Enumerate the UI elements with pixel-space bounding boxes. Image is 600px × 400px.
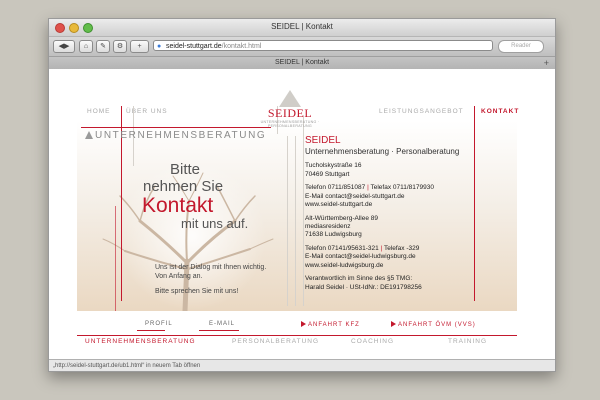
horizontal-rule (81, 127, 271, 128)
subnav-anfahrt-kfz[interactable]: ANFAHRT KFZ (301, 321, 360, 328)
globe-icon: ● (157, 43, 162, 50)
nav-kontakt[interactable]: KONTAKT (481, 108, 519, 115)
headline-line4: mit uns auf. (181, 216, 249, 231)
home-icon: ⌂ (83, 43, 89, 50)
contact-info: SEIDEL Unternehmensberatung · Personalbe… (305, 135, 459, 292)
logo[interactable]: SEIDEL UNTERNEHMENSBERATUNG · PERSONALBE… (240, 90, 340, 128)
web-ludwigsburg[interactable]: www.seidel-ludwigsburg.de (305, 262, 459, 270)
logo-triangle-icon (279, 90, 301, 107)
section-title: UNTERNEHMENSBERATUNG (95, 130, 267, 141)
subnav-email[interactable]: E-MAIL (209, 321, 235, 327)
legal-info: Verantwortlich im Sinne des §5 TMG: Hara… (305, 275, 422, 291)
company-tagline: Unternehmensberatung · Personalberatung (305, 147, 460, 156)
contact-ludwigsburg: Telefon 07141/95631-321 | Telefax -329 E… (305, 245, 459, 270)
nav-home[interactable]: HOME (87, 108, 111, 115)
bookmark-icon: ✎ (100, 43, 106, 50)
page: HOME ÜBER UNS LEISTUNGSANGEBOT KONTAKT S… (77, 90, 519, 354)
company-name: SEIDEL (305, 135, 341, 146)
dialog-text: Uns ist der Dialog mit Ihnen wichtig. Vo… (155, 264, 267, 295)
new-tab-icon[interactable]: + (544, 57, 549, 69)
vertical-rule (295, 136, 296, 306)
bottomnav-training[interactable]: TRAINING (448, 338, 487, 345)
address-ludwigsburg: Alt-Württemberg-Allee 89 mediasresidenz … (305, 214, 378, 239)
vertical-rule (474, 106, 475, 301)
nav-leistungsangebot[interactable]: LEISTUNGSANGEBOT (379, 108, 464, 115)
headline-line1: Bitte (170, 161, 201, 178)
phone-stuttgart: Telefon 0711/851087 (305, 184, 366, 192)
window-title: SEIDEL | Kontakt (271, 22, 333, 31)
plus-icon: + (137, 43, 142, 50)
url-field[interactable]: ● seidel-stuttgart.de/kontakt.html (153, 40, 493, 51)
vertical-rule (303, 116, 304, 306)
tab-current[interactable]: SEIDEL | Kontakt (275, 59, 329, 66)
home-button[interactable]: ⌂ (79, 40, 93, 53)
settings-button[interactable]: ⚙ (113, 40, 127, 53)
back-forward-button[interactable]: ◀▶ (53, 40, 75, 53)
bookmarks-button[interactable]: ✎ (96, 40, 110, 53)
phone-ludwigsburg: Telefon 07141/95631-321 (305, 244, 379, 252)
browser-window: SEIDEL | Kontakt ◀▶ ⌂ ✎ ⚙ + ● seidel-stu… (48, 18, 556, 372)
subnav-profil[interactable]: PROFIL (145, 321, 173, 327)
bottomnav-personalberatung[interactable]: PERSONALBERATUNG (232, 338, 319, 345)
url-domain: seidel-stuttgart.de (166, 43, 222, 50)
horizontal-rule (199, 330, 239, 331)
horizontal-rule (77, 335, 517, 336)
add-bookmark-button[interactable]: + (130, 40, 149, 53)
logo-name: SEIDEL (267, 106, 313, 120)
email-stuttgart[interactable]: E-Mail contact@seidel-stuttgart.de (305, 193, 459, 201)
fax-stuttgart: Telefax 0711/8179930 (370, 184, 434, 192)
fax-ludwigsburg: Telefax -329 (383, 244, 420, 252)
headline-line2: nehmen Sie (143, 178, 224, 195)
forward-icon: ▶ (64, 43, 70, 50)
play-icon (391, 321, 396, 327)
subnav-anfahrt-oevm[interactable]: ANFAHRT ÖVM (VVS) (391, 321, 476, 328)
play-icon (301, 321, 306, 327)
contact-stuttgart: Telefon 0711/851087 | Telefax 0711/81799… (305, 184, 459, 209)
reader-button[interactable]: Reader (498, 40, 544, 53)
toolbar: ◀▶ ⌂ ✎ ⚙ + ● seidel-stuttgart.de/kontakt… (49, 37, 555, 57)
section-triangle-icon (85, 131, 93, 139)
status-bar: „http://seidel-stuttgart.de/ub1.html“ in… (49, 359, 555, 371)
vertical-rule (115, 206, 116, 311)
headline-kontakt: Kontakt (142, 194, 214, 217)
url-path: /kontakt.html (221, 43, 262, 50)
address-stuttgart: Tucholskystraße 16 70469 Stuttgart (305, 162, 362, 178)
bottomnav-unternehmensberatung[interactable]: UNTERNEHMENSBERATUNG (85, 338, 196, 345)
web-stuttgart[interactable]: www.seidel-stuttgart.de (305, 201, 459, 209)
bottomnav-coaching[interactable]: COACHING (351, 338, 394, 345)
email-ludwigsburg[interactable]: E-Mail contact@seidel-ludwigsburg.de (305, 253, 459, 261)
vertical-rule (287, 136, 288, 306)
web-content: HOME ÜBER UNS LEISTUNGSANGEBOT KONTAKT S… (49, 69, 555, 359)
horizontal-rule (137, 330, 165, 331)
gear-icon: ⚙ (116, 43, 124, 50)
title-bar: SEIDEL | Kontakt (49, 19, 555, 37)
